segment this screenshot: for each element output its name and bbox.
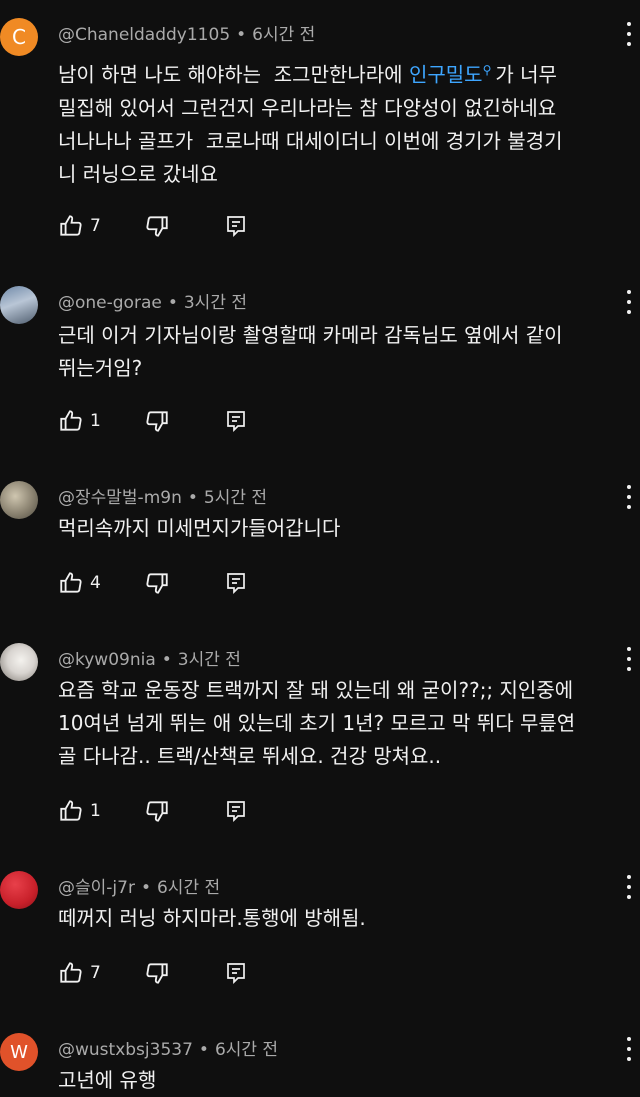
reply-icon [227,411,245,433]
comment-time[interactable]: 6시간 전 [215,1040,278,1060]
reply-button[interactable] [224,408,248,434]
comment-time[interactable]: 5시간 전 [204,488,267,508]
comment-text: 먹리속까지 미세먼지가들어갑니다 [58,516,341,540]
comment-text: 근데 이거 기자님이랑 촬영할때 카메라 감독님도 옆에서 같이 뛰는거임? [58,323,563,380]
thumbs-up-icon [60,572,82,593]
comment-text: 요즘 학교 운동장 트랙까지 잘 돼 있는데 왜 굳이??;; 지인중에 10여… [58,678,576,768]
comment-meta: @Chaneldaddy1105 • 6시간 전 [58,25,316,45]
comment-meta: @one-gorae • 3시간 전 [58,293,247,313]
thumbs-down-icon [146,801,168,822]
comment-time[interactable]: 6시간 전 [252,25,315,45]
reply-button[interactable] [224,960,248,986]
dislike-button[interactable] [144,960,170,986]
avatar-letter: C [12,25,26,49]
comment-time[interactable]: 3시간 전 [184,293,247,313]
comment-text: 떼꺼지 러닝 하지마라.통행에 방해됨. [58,906,366,930]
avatar[interactable] [0,643,38,681]
reply-button[interactable] [224,798,248,824]
comment-author[interactable]: @kyw09nia [58,650,156,670]
like-count: 7 [90,216,101,236]
dislike-button[interactable] [144,408,170,434]
comment-actions: 7 [58,958,248,988]
reply-button[interactable] [224,570,248,596]
thumbs-down-icon [146,963,168,984]
comment-author[interactable]: @one-gorae [58,293,162,313]
more-vert-icon[interactable] [626,485,632,509]
thumbs-up-icon [60,962,82,983]
reply-icon [227,216,245,238]
more-vert-icon[interactable] [626,647,632,671]
comment-author[interactable]: @Chaneldaddy1105 [58,25,230,45]
comment-meta: @kyw09nia • 3시간 전 [58,650,241,670]
avatar[interactable] [0,286,38,324]
thumbs-down-icon [146,573,168,594]
like-button[interactable]: 4 [58,570,144,596]
comment-actions: 1 [58,406,248,436]
thumbs-down-icon [146,411,168,432]
comment-time[interactable]: 3시간 전 [178,650,241,670]
comment-meta: @wustxbsj3537 • 6시간 전 [58,1040,279,1060]
like-count: 1 [90,411,101,431]
thumbs-up-icon [60,410,82,431]
like-button[interactable]: 7 [58,213,144,239]
comment-actions: 1 [58,796,248,826]
thumbs-up-icon [60,215,82,236]
comment-actions: 4 [58,568,248,598]
like-button[interactable]: 7 [58,960,144,986]
thumbs-down-icon [146,216,168,237]
reply-icon [227,801,245,823]
reply-button[interactable] [224,213,248,239]
like-button[interactable]: 1 [58,798,144,824]
comment-time[interactable]: 6시간 전 [157,878,220,898]
more-vert-icon[interactable] [626,22,632,46]
comment-text: 고년에 유행 [58,1068,157,1092]
avatar-letter: W [10,1041,28,1063]
reply-icon [227,963,245,985]
avatar[interactable] [0,871,38,909]
like-count: 7 [90,963,101,983]
comment-author[interactable]: @wustxbsj3537 [58,1040,193,1060]
like-count: 4 [90,573,101,593]
search-link[interactable]: 인구밀도 [409,63,483,87]
more-vert-icon[interactable] [626,875,632,899]
comment-author[interactable]: @장수말벌-m9n [58,488,182,508]
more-vert-icon[interactable] [626,1037,632,1061]
reply-icon [227,573,245,595]
avatar[interactable] [0,481,38,519]
avatar[interactable]: C [0,18,38,56]
like-button[interactable]: 1 [58,408,144,434]
search-icon[interactable]: ⚲ [483,63,492,77]
comment-text: 남이 하면 나도 해야하는 조그만한나라에 인구밀도⚲ 가 너무 밀집해 있어서 … [58,62,563,186]
dislike-button[interactable] [144,798,170,824]
comment-meta: @슬이-j7r • 6시간 전 [58,878,221,898]
avatar[interactable]: W [0,1033,38,1071]
more-vert-icon[interactable] [626,290,632,314]
dislike-button[interactable] [144,570,170,596]
like-count: 1 [90,801,101,821]
comment-author[interactable]: @슬이-j7r [58,878,135,898]
dislike-button[interactable] [144,213,170,239]
comment-actions: 7 [58,211,248,241]
comment-meta: @장수말벌-m9n • 5시간 전 [58,488,268,508]
thumbs-up-icon [60,800,82,821]
